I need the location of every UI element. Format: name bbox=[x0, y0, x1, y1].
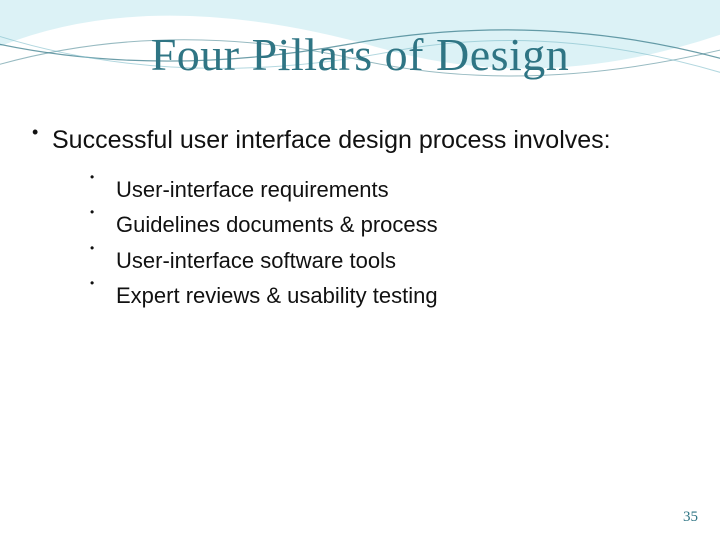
lead-bullet: Successful user interface design process… bbox=[28, 125, 680, 156]
sub-bullet-list: User-interface requirements Guidelines d… bbox=[28, 172, 680, 313]
sub-bullet: Expert reviews & usability testing bbox=[90, 278, 680, 313]
sub-bullet: User-interface requirements bbox=[90, 172, 680, 207]
slide-title: Four Pillars of Design bbox=[0, 28, 720, 81]
slide-content: Successful user interface design process… bbox=[28, 125, 680, 313]
sub-bullet: User-interface software tools bbox=[90, 243, 680, 278]
page-number: 35 bbox=[683, 509, 698, 526]
sub-bullet: Guidelines documents & process bbox=[90, 207, 680, 242]
